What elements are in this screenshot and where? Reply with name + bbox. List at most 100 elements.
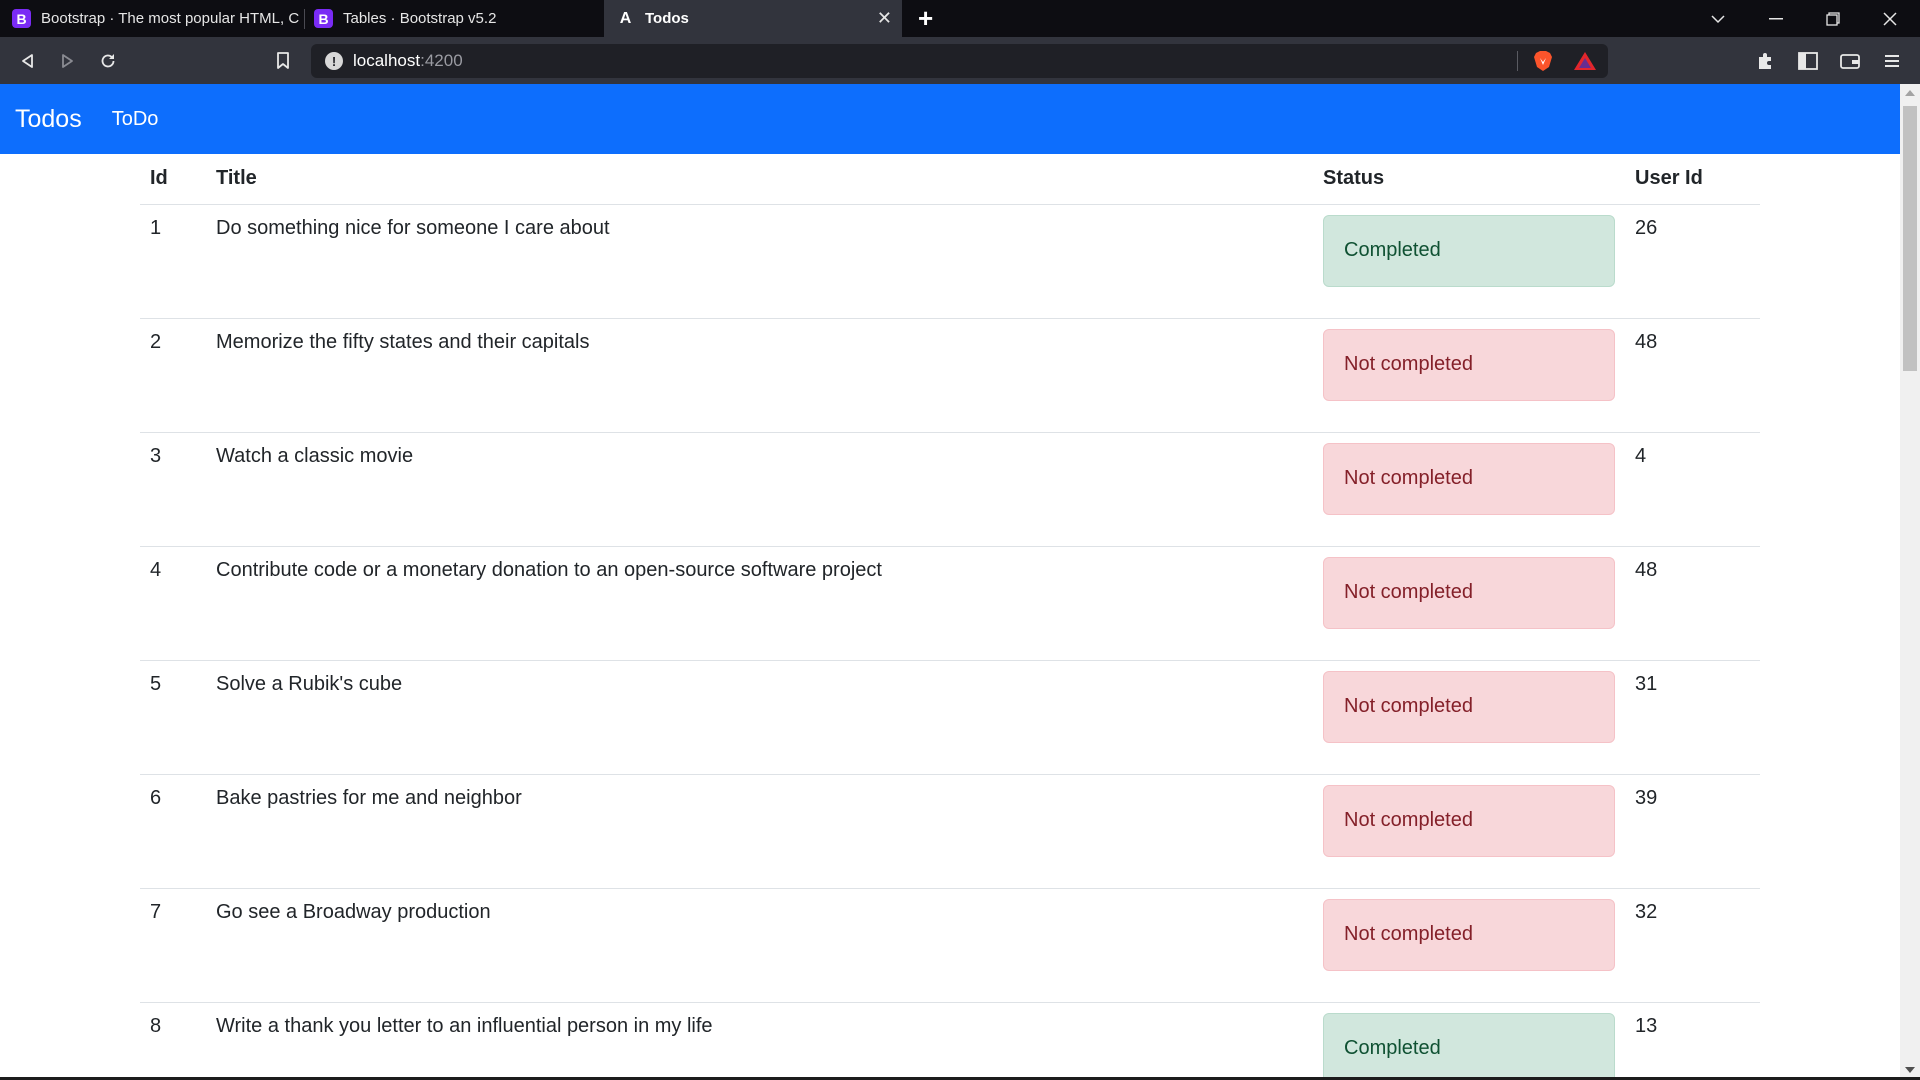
todo-user-id: 13	[1625, 1002, 1760, 1077]
url-divider	[1517, 51, 1518, 71]
tab-title: Bootstrap · The most popular HTML, C	[41, 10, 300, 27]
status-badge-completed: Completed	[1323, 214, 1615, 287]
todo-title: Memorize the fifty states and their capi…	[206, 318, 1313, 433]
todo-status-cell: Not completed	[1313, 660, 1625, 775]
url-host: localhost	[353, 51, 421, 70]
table-row: 5 Solve a Rubik's cube Not completed 31	[140, 660, 1760, 775]
angular-favicon-icon: A	[619, 9, 632, 27]
bookmark-icon	[277, 52, 289, 69]
todo-user-id: 48	[1625, 318, 1760, 433]
browser-tab-strip: B Bootstrap · The most popular HTML, C B…	[0, 0, 1920, 37]
bootstrap-favicon-icon: B	[314, 9, 333, 28]
todo-status-cell: Not completed	[1313, 318, 1625, 433]
todo-status-cell: Not completed	[1313, 432, 1625, 547]
browser-tab-bootstrap[interactable]: B Bootstrap · The most popular HTML, C	[12, 0, 300, 37]
scroll-thumb[interactable]	[1903, 106, 1917, 371]
extensions-icon	[1759, 53, 1771, 69]
reload-icon	[101, 54, 115, 68]
todo-user-id: 39	[1625, 774, 1760, 889]
status-badge-completed: Completed	[1323, 1012, 1615, 1077]
todos-table: Id Title Status User Id 1 Do something ni…	[140, 154, 1760, 1077]
scroll-down-arrow-icon[interactable]	[1905, 1067, 1915, 1073]
close-window-button[interactable]	[1862, 0, 1918, 37]
table-row: 4 Contribute code or a monetary donation …	[140, 546, 1760, 661]
todo-id: 4	[140, 546, 206, 661]
site-info-icon[interactable]: !	[325, 52, 343, 70]
reload-button[interactable]	[94, 47, 122, 75]
todo-user-id: 48	[1625, 546, 1760, 661]
tab-search-button[interactable]	[1690, 0, 1746, 37]
status-badge-not-completed: Not completed	[1323, 898, 1615, 971]
table-row: 8 Write a thank you letter to an influent…	[140, 1002, 1760, 1077]
brave-shields-icon[interactable]	[1533, 50, 1553, 72]
status-badge-not-completed: Not completed	[1323, 670, 1615, 743]
todo-id: 6	[140, 774, 206, 889]
header-user-id: User Id	[1625, 154, 1760, 205]
back-icon	[22, 54, 33, 68]
browser-toolbar: ! localhost:4200	[0, 37, 1920, 84]
menu-icon	[1885, 55, 1899, 67]
restore-icon	[1826, 11, 1840, 26]
tab-title: Todos	[645, 10, 689, 27]
forward-icon	[62, 54, 73, 68]
tab-title: Tables · Bootstrap v5.2	[343, 10, 497, 27]
restore-button[interactable]	[1805, 0, 1861, 37]
todo-status-cell: Not completed	[1313, 774, 1625, 889]
chevron-down-icon	[1711, 14, 1725, 23]
header-id: Id	[140, 154, 206, 205]
url-text[interactable]: localhost:4200	[353, 51, 463, 71]
todo-user-id: 26	[1625, 204, 1760, 319]
todo-id: 1	[140, 204, 206, 319]
todo-id: 2	[140, 318, 206, 433]
close-tab-icon[interactable]: ✕	[877, 8, 892, 29]
sidebar-icon	[1798, 52, 1818, 70]
todo-user-id: 4	[1625, 432, 1760, 547]
scroll-up-arrow-icon[interactable]	[1905, 90, 1915, 96]
url-port: :4200	[420, 51, 463, 70]
sidebar-button[interactable]	[1794, 47, 1822, 75]
new-tab-button[interactable]: +	[918, 4, 933, 32]
todo-status-cell: Not completed	[1313, 888, 1625, 1003]
back-button[interactable]	[14, 47, 42, 75]
todo-title: Contribute code or a monetary donation t…	[206, 546, 1313, 661]
todo-status-cell: Completed	[1313, 1002, 1625, 1077]
tab-separator	[304, 9, 305, 29]
bookmark-button[interactable]	[269, 47, 297, 75]
minimize-button[interactable]	[1748, 0, 1804, 37]
table-row: 6 Bake pastries for me and neighbor Not co…	[140, 774, 1760, 889]
navbar-brand[interactable]: Todos	[15, 105, 82, 134]
todo-id: 8	[140, 1002, 206, 1077]
todo-user-id: 31	[1625, 660, 1760, 775]
table-header-row: Id Title Status User Id	[140, 154, 1760, 205]
table-body: 1 Do something nice for someone I care ab…	[140, 204, 1760, 1077]
todo-user-id: 32	[1625, 888, 1760, 1003]
browser-tab-tables[interactable]: B Tables · Bootstrap v5.2	[314, 0, 594, 37]
todo-title: Go see a Broadway production	[206, 888, 1313, 1003]
menu-button[interactable]	[1878, 47, 1906, 75]
todo-title: Write a thank you letter to an influenti…	[206, 1002, 1313, 1077]
todo-status-cell: Completed	[1313, 204, 1625, 319]
bootstrap-favicon-icon: B	[12, 9, 31, 28]
status-badge-not-completed: Not completed	[1323, 784, 1615, 857]
browser-tab-todos[interactable]: A Todos ✕	[604, 0, 902, 37]
close-icon	[1883, 11, 1897, 26]
wallet-icon	[1840, 54, 1860, 69]
header-status: Status	[1313, 154, 1625, 205]
navbar: Todos ToDo	[0, 84, 1900, 154]
table-row: 2 Memorize the fifty states and their cap…	[140, 318, 1760, 433]
brave-rewards-icon[interactable]	[1573, 51, 1597, 71]
todo-title: Watch a classic movie	[206, 432, 1313, 547]
wallet-button[interactable]	[1836, 47, 1864, 75]
minimize-icon	[1769, 17, 1783, 19]
extensions-button[interactable]	[1752, 47, 1780, 75]
todo-id: 7	[140, 888, 206, 1003]
todo-id: 5	[140, 660, 206, 775]
address-bar[interactable]: ! localhost:4200	[311, 44, 1608, 78]
status-badge-not-completed: Not completed	[1323, 328, 1615, 401]
todo-status-cell: Not completed	[1313, 546, 1625, 661]
forward-button[interactable]	[53, 47, 81, 75]
page-scrollbar[interactable]	[1900, 84, 1920, 1077]
status-badge-not-completed: Not completed	[1323, 442, 1615, 515]
todo-title: Bake pastries for me and neighbor	[206, 774, 1313, 889]
nav-link-todo[interactable]: ToDo	[112, 108, 159, 131]
